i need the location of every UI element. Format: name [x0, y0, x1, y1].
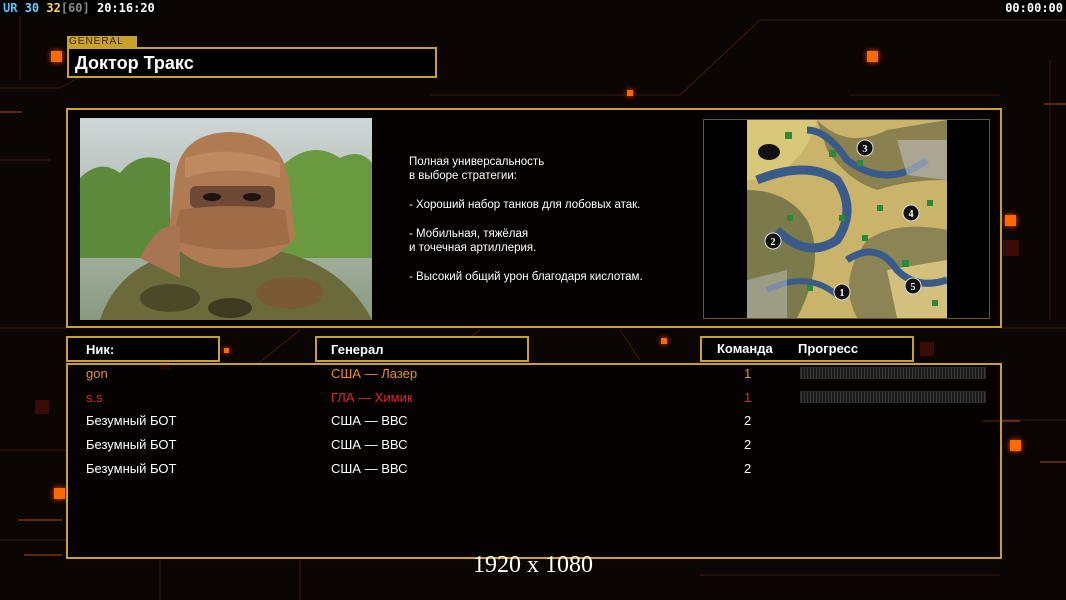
player-team: 2 [744, 413, 752, 428]
description-line: в выборе стратегии: [409, 170, 517, 183]
player-general: США — ВВС [331, 461, 408, 476]
player-nick: Безумный БОТ [86, 413, 177, 428]
decor-square [1010, 440, 1021, 451]
svg-text:5: 5 [911, 282, 916, 293]
player-nick: s.s [86, 390, 103, 405]
decor-square-dim [1003, 240, 1019, 256]
column-header-nick-label: Ник: [86, 342, 115, 357]
player-team: 1 [744, 366, 752, 381]
description-line: - Высокий общий урон благодаря кислотам. [409, 271, 643, 284]
decor-square [51, 51, 62, 62]
svg-text:2: 2 [771, 237, 776, 248]
player-nick: Безумный БОТ [86, 437, 177, 452]
decor-square [1005, 215, 1016, 226]
fps-label: UR [3, 1, 18, 15]
general-tag: GENERAL [67, 36, 137, 47]
player-progress-bar [800, 367, 986, 379]
description-line [409, 213, 689, 227]
decor-square [224, 348, 229, 353]
start-position-2: 2 [764, 232, 782, 250]
fps-counter: UR 30 32[60] 20:16:20 [0, 0, 158, 16]
description-line: и точечная артиллерия. [409, 242, 537, 255]
column-header-team-label: Команда [717, 341, 773, 356]
general-name: Доктор Тракс [75, 53, 194, 73]
player-general: США — ВВС [331, 437, 408, 452]
player-nick: gon [86, 366, 108, 381]
description-line: - Мобильная, тяжёлая [409, 228, 529, 240]
fps-value-a: 30 [24, 1, 40, 15]
fps-value-b: 32 [46, 1, 61, 15]
description-line: - Хороший набор танков для лобовых атак. [409, 199, 641, 212]
player-nick: Безумный БОТ [86, 461, 177, 476]
column-header-progress-label: Прогресс [798, 341, 859, 356]
svg-text:1: 1 [840, 288, 845, 299]
decor-square-dim [920, 342, 934, 356]
start-position-1: 1 [833, 283, 851, 301]
svg-text:4: 4 [909, 209, 914, 220]
start-position-4: 4 [902, 204, 920, 222]
svg-text:3: 3 [863, 144, 868, 155]
description-line: Полная универсальность [409, 156, 545, 168]
decor-square [627, 90, 633, 96]
start-position-3: 3 [856, 139, 874, 157]
general-description: Полная универсальность в выборе стратеги… [409, 155, 689, 285]
map-start-markers: 1 2 3 4 5 [764, 139, 922, 301]
decor-square [867, 51, 878, 62]
player-progress-bar [800, 391, 986, 403]
system-clock: 20:16:20 [96, 1, 155, 15]
description-line [409, 184, 689, 198]
player-team: 2 [744, 437, 752, 452]
general-portrait [80, 118, 372, 320]
player-general: США — ВВС [331, 413, 408, 428]
column-header-general-label: Генерал [331, 342, 384, 357]
player-team: 2 [744, 461, 752, 476]
game-timer: 00:00:00 [1002, 0, 1066, 16]
fps-value-c: [60] [60, 1, 90, 15]
resolution-caption: 1920 x 1080 [473, 552, 593, 578]
decor-square [54, 488, 65, 499]
player-general: ГЛА — Химик [331, 390, 413, 405]
decor-square [661, 338, 667, 344]
start-position-5: 5 [904, 277, 922, 295]
player-general: США — Лазер [331, 366, 418, 381]
decor-square-dim [35, 400, 49, 414]
description-line [409, 256, 689, 270]
player-team: 1 [744, 390, 752, 405]
